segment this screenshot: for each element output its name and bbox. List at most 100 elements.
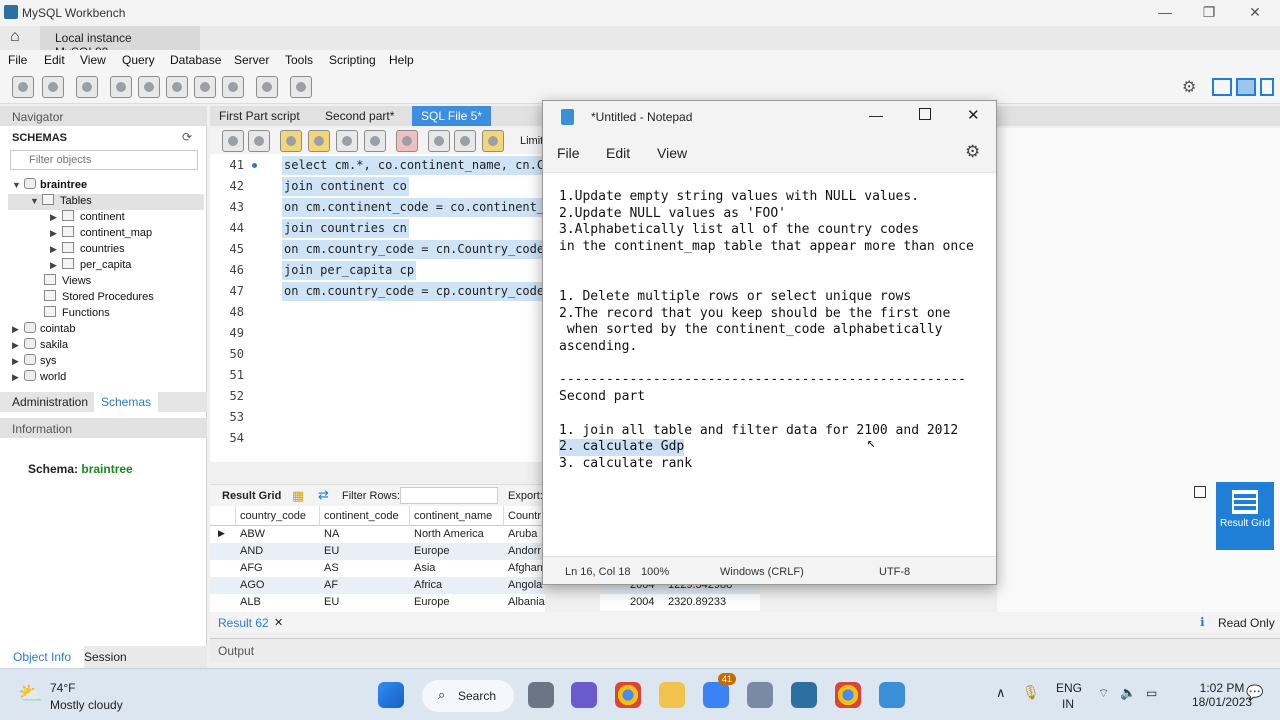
tree-views[interactable]: Views	[44, 274, 91, 290]
notepad-menu-view[interactable]: View	[657, 145, 687, 161]
cell[interactable]: Europe	[410, 594, 453, 611]
tree-table-continent[interactable]: ▶ continent	[50, 210, 125, 226]
settings-gear-icon[interactable]: ⚙	[1182, 77, 1196, 97]
column-header[interactable]: Countr	[504, 506, 545, 526]
start-windows-icon[interactable]	[378, 682, 404, 708]
show-hidden-icons[interactable]: ∧	[996, 685, 1006, 701]
filter-objects-input[interactable]	[10, 150, 198, 170]
menu-tools[interactable]: Tools	[285, 53, 313, 67]
menu-edit[interactable]: Edit	[44, 53, 65, 67]
create-procedure-icon[interactable]	[194, 76, 216, 98]
collapsed-arrow-icon[interactable]: ▶	[50, 244, 62, 255]
table-row-continued[interactable]: 2004 2320.89233	[600, 594, 760, 611]
toggle-output-icon[interactable]	[1236, 78, 1256, 96]
cell[interactable]: 2004	[626, 594, 658, 611]
sql-editor[interactable]: 41 42 43 44 45 46 47 48 49 50 51 52 53 5…	[210, 154, 554, 462]
table-row[interactable]: ▶ ABW NA North America Aruba	[210, 526, 545, 543]
region[interactable]: IN	[1062, 697, 1074, 711]
create-schema-icon[interactable]	[110, 76, 132, 98]
create-view-icon[interactable]	[166, 76, 188, 98]
autocommit-icon[interactable]	[482, 130, 504, 152]
refresh-rows-icon[interactable]: ⇄	[318, 487, 329, 503]
language[interactable]: ENG	[1056, 681, 1082, 695]
file-explorer-icon[interactable]	[659, 682, 685, 708]
reconnect-icon[interactable]	[290, 76, 312, 98]
cell[interactable]: Aruba	[504, 526, 545, 543]
tab-first-part-script[interactable]: First Part script	[210, 106, 309, 126]
collapsed-arrow-icon[interactable]: ▶	[12, 324, 24, 335]
tree-functions[interactable]: Functions	[44, 306, 110, 322]
cell[interactable]: EU	[320, 543, 343, 560]
tab-schemas[interactable]: Schemas	[94, 392, 159, 412]
new-sql-tab-icon[interactable]	[12, 76, 34, 98]
toggle-secondary-sidebar-icon[interactable]	[1260, 78, 1274, 96]
microphone-icon[interactable]: 🎙	[1022, 684, 1040, 701]
volume-icon[interactable]: 🔈	[1120, 685, 1136, 701]
toggle-continue-on-error-icon[interactable]	[396, 130, 418, 152]
cell[interactable]: AFG	[236, 560, 267, 577]
cell[interactable]: Andorr	[504, 543, 545, 560]
grid-icon[interactable]: ▦	[292, 488, 304, 504]
cell[interactable]: Europe	[410, 543, 453, 560]
tree-table-continent-map[interactable]: ▶ continent_map	[50, 226, 152, 242]
collapsed-arrow-icon[interactable]: ▶	[12, 356, 24, 367]
app-icon[interactable]	[747, 682, 773, 708]
tree-stored-procedures[interactable]: Stored Procedures	[44, 290, 154, 306]
mysql-workbench-taskbar-icon[interactable]	[791, 682, 817, 708]
tab-sql-file-5[interactable]: SQL File 5*	[412, 106, 491, 126]
inspector-icon[interactable]	[76, 76, 98, 98]
export-label[interactable]: Export:	[508, 490, 543, 502]
table-row[interactable]: AND EU Europe Andorr	[210, 543, 545, 560]
create-table-icon[interactable]	[138, 76, 160, 98]
toggle-sidebar-icon[interactable]	[1212, 78, 1232, 96]
save-icon[interactable]	[248, 130, 270, 152]
tree-db-sakila[interactable]: ▶ sakila	[12, 338, 68, 354]
wifi-icon[interactable]: ⌔	[1098, 686, 1109, 701]
cell[interactable]: Albania	[504, 594, 545, 611]
create-function-icon[interactable]	[222, 76, 244, 98]
cell[interactable]: Asia	[410, 560, 439, 577]
cell[interactable]: AGO	[236, 577, 268, 594]
chrome-profile-icon[interactable]	[835, 682, 861, 708]
restore-button[interactable]: ❐	[1194, 4, 1224, 22]
tree-tables[interactable]: ▼ Tables	[8, 194, 204, 210]
table-row[interactable]: AFG AS Asia Afghan	[210, 560, 545, 577]
cell[interactable]: 2320.89233	[664, 594, 730, 611]
cell[interactable]: NA	[320, 526, 343, 543]
cell[interactable]: ABW	[236, 526, 269, 543]
cell[interactable]: Angola	[504, 577, 545, 594]
close-button[interactable]: ✕	[1240, 4, 1270, 22]
tree-db-cointab[interactable]: ▶ cointab	[12, 322, 75, 338]
execute-current-icon[interactable]	[308, 130, 330, 152]
menu-scripting[interactable]: Scripting	[329, 53, 376, 67]
notepad-menu-file[interactable]: File	[557, 145, 580, 161]
open-sql-script-icon[interactable]	[42, 76, 64, 98]
teams-chat-icon[interactable]	[571, 682, 597, 708]
close-tab-icon[interactable]: ✕	[274, 616, 283, 629]
collapsed-arrow-icon[interactable]: ▶	[12, 340, 24, 351]
notepad-menu-edit[interactable]: Edit	[606, 145, 630, 161]
table-row[interactable]: ALB EU Europe Albania	[210, 594, 545, 611]
collapsed-arrow-icon[interactable]: ▶	[12, 372, 24, 383]
execute-icon[interactable]	[280, 130, 302, 152]
home-icon[interactable]: ⌂	[10, 28, 20, 46]
refresh-icon[interactable]: ⟳	[182, 130, 192, 144]
menu-database[interactable]: Database	[170, 53, 221, 67]
notepad-minimize-button[interactable]: —	[869, 107, 883, 123]
notepad-taskbar-icon[interactable]	[879, 682, 905, 708]
tab-second-part[interactable]: Second part*	[316, 106, 403, 126]
weather-cloud-icon[interactable]: ⛅	[18, 681, 43, 706]
table-row[interactable]: AGO AF Africa Angola	[210, 577, 545, 594]
minimize-button[interactable]: —	[1150, 4, 1180, 22]
panel-toggle-icon[interactable]	[1194, 486, 1206, 498]
collapsed-arrow-icon[interactable]: ▶	[50, 228, 62, 239]
tree-table-per-capita[interactable]: ▶ per_capita	[50, 258, 131, 274]
cell[interactable]: North America	[410, 526, 488, 543]
column-header[interactable]: continent_code	[320, 506, 410, 526]
tab-result-62[interactable]: Result 62	[218, 616, 269, 630]
cell[interactable]: Africa	[410, 577, 446, 594]
clock[interactable]: 1:02 PM 18/01/2023	[1192, 681, 1252, 709]
stop-icon[interactable]	[364, 130, 386, 152]
tab-object-info[interactable]: Object Info	[0, 646, 85, 668]
cell[interactable]: AND	[236, 543, 267, 560]
